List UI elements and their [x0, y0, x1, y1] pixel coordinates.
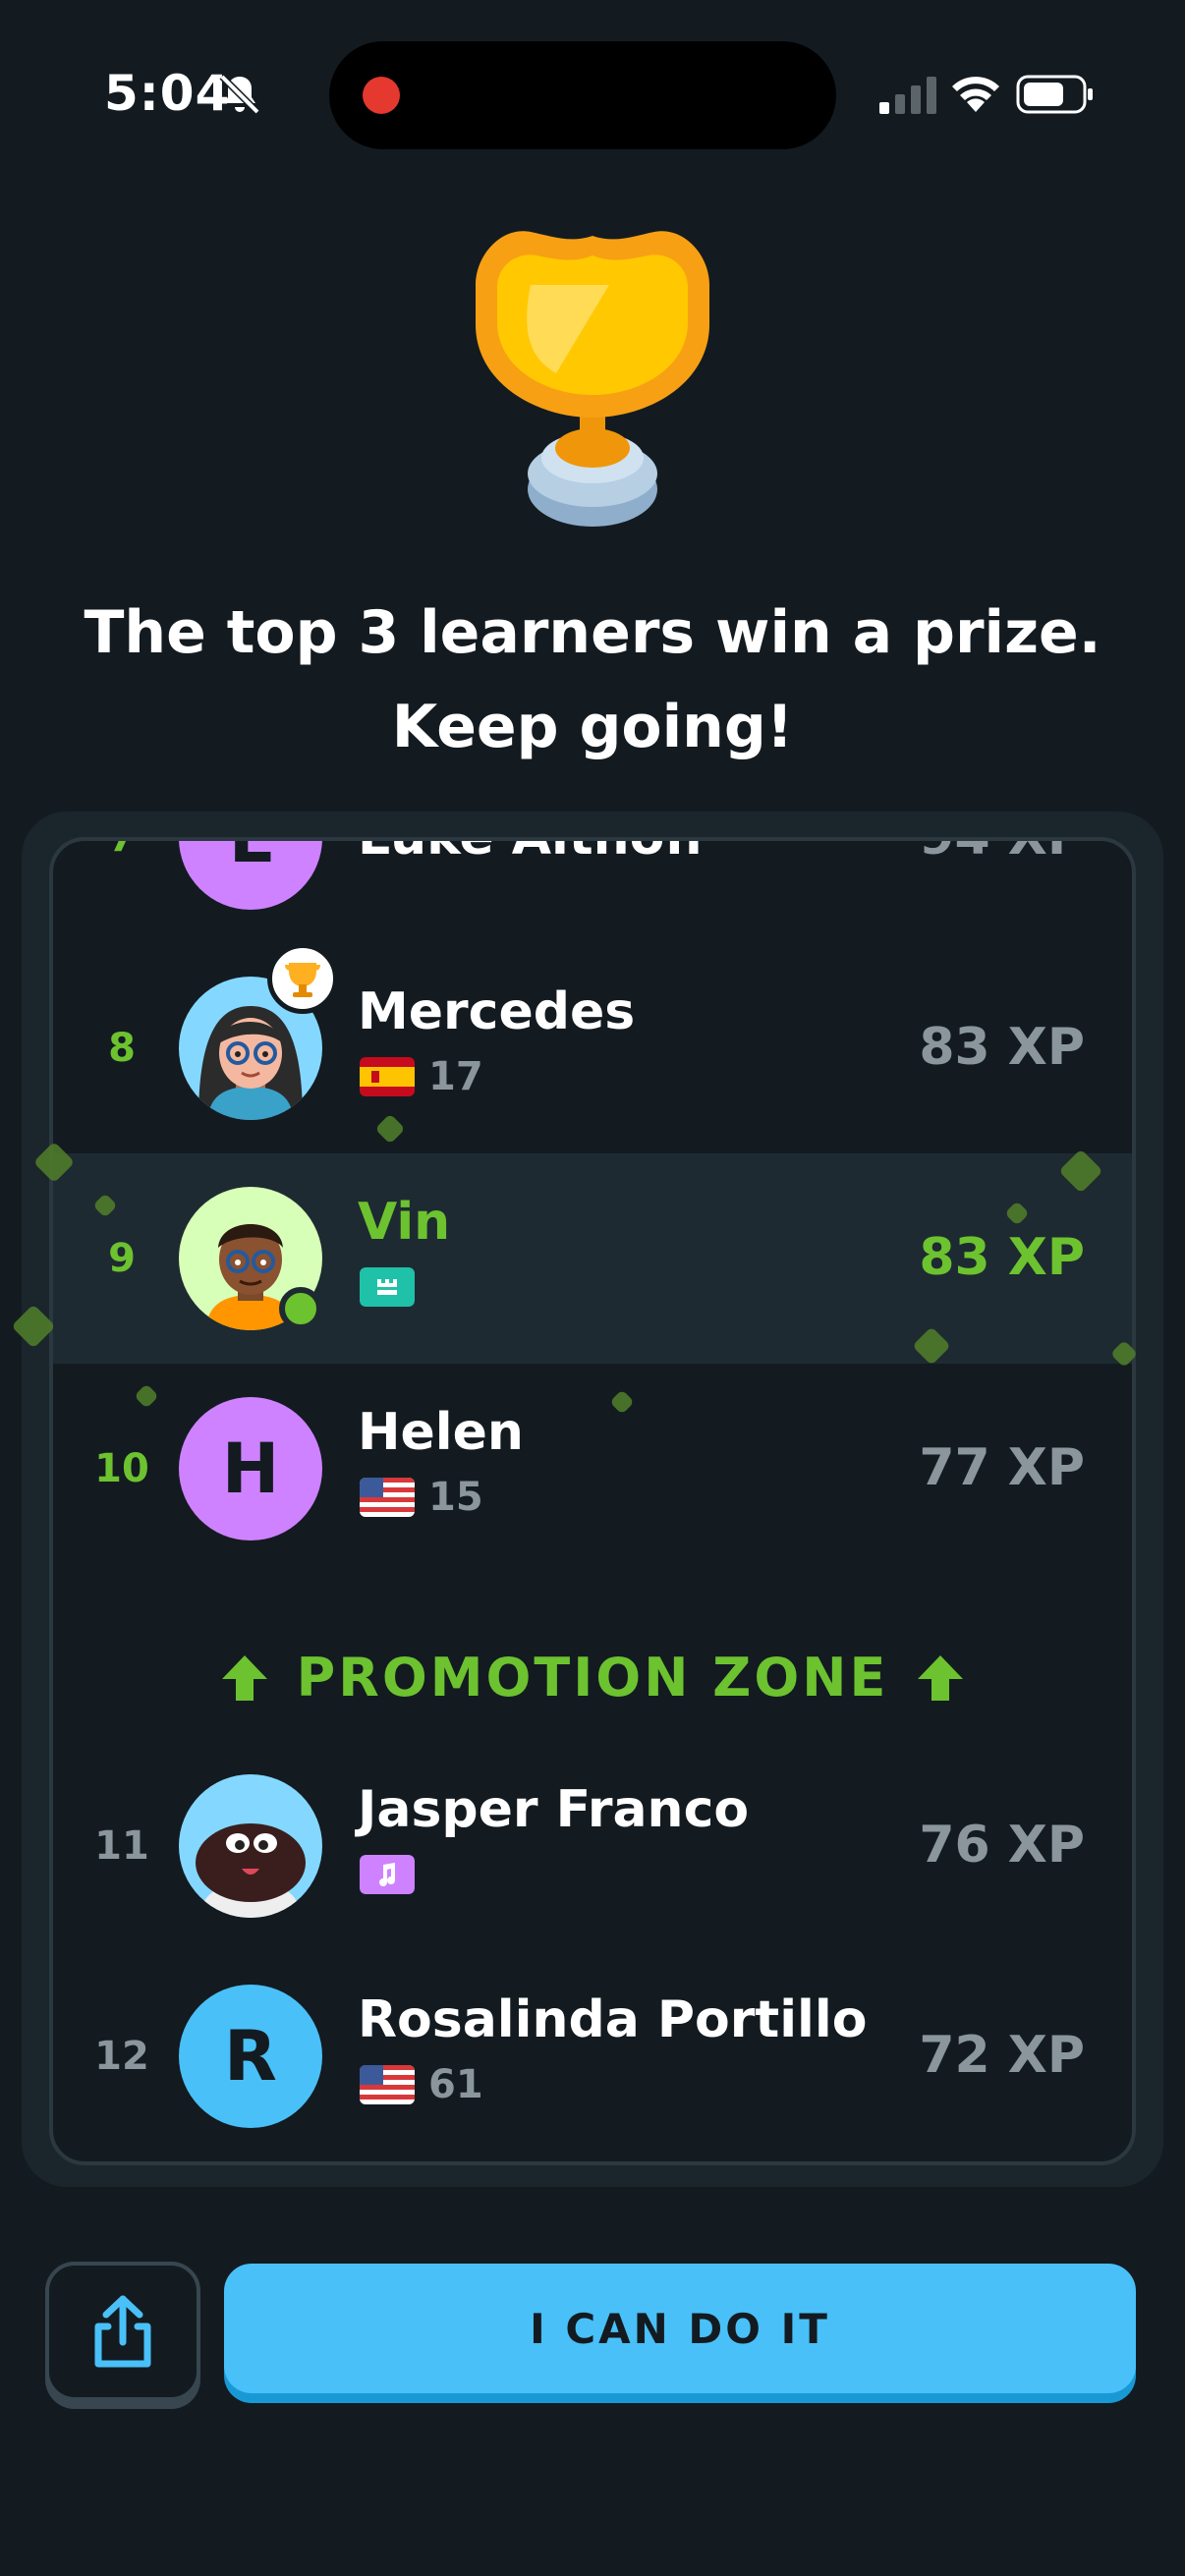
xp-value: 72 XP [919, 2026, 1085, 2085]
rank-number: 12 [94, 2034, 149, 2079]
avatar[interactable] [179, 1774, 322, 1918]
i-can-do-it-button[interactable]: I CAN DO IT [224, 2264, 1136, 2393]
course-streak: 17 [428, 1054, 483, 1099]
share-button[interactable] [45, 2262, 200, 2401]
leaderboard-row[interactable]: 7 L Luke Althoff 94 XP [53, 837, 1132, 943]
rank-number: 8 [108, 1026, 136, 1071]
avatar[interactable]: L [179, 837, 322, 910]
leaderboard-row[interactable]: 12 R Rosalinda Portillo 61 72 XP [53, 1951, 1132, 2161]
leaderboard-row[interactable]: 10 H Helen 15 77 XP [53, 1364, 1132, 1574]
cellular-signal-icon [879, 77, 936, 114]
leaderboard-row-current-user[interactable]: 9 Vin 83 XP [53, 1153, 1132, 1364]
user-meta: 17 [360, 1054, 483, 1099]
recording-indicator [363, 77, 400, 114]
course-streak: 15 [428, 1475, 483, 1520]
promotion-zone-divider: PROMOTION ZONE [53, 1647, 1132, 1708]
prize-message-line2: Keep going! [391, 693, 794, 761]
online-status-dot [279, 1287, 322, 1330]
user-name: Jasper Franco [358, 1780, 750, 1839]
music-note-icon [360, 1855, 415, 1894]
user-name: Helen [358, 1403, 524, 1462]
castle-icon [360, 1267, 415, 1307]
avatar-letter: L [228, 837, 273, 878]
wifi-icon [952, 77, 999, 112]
xp-value: 94 XP [919, 837, 1085, 867]
user-meta: 61 [360, 2062, 483, 2107]
spain-flag-icon [360, 1057, 415, 1096]
xp-value: 77 XP [919, 1438, 1085, 1497]
rank-number: 11 [94, 1823, 149, 1869]
user-name: Vin [358, 1193, 451, 1252]
xp-value: 76 XP [919, 1816, 1085, 1875]
user-meta [360, 1265, 415, 1309]
course-streak: 61 [428, 2062, 483, 2107]
user-name: Mercedes [358, 982, 636, 1041]
battery-icon [1016, 75, 1093, 114]
avatar-illustration [196, 1823, 306, 1918]
usa-flag-icon [360, 2065, 415, 2104]
xp-value: 83 XP [919, 1228, 1085, 1287]
trophy-badge-icon [267, 943, 338, 1014]
user-meta: 15 [360, 1475, 483, 1520]
dynamic-island [329, 41, 836, 149]
arrow-up-icon [221, 1654, 267, 1701]
prize-message-line1: The top 3 learners win a prize. [84, 598, 1101, 667]
share-icon [94, 2295, 151, 2368]
bell-muted-icon [219, 74, 260, 115]
user-name: Luke Althoff [358, 837, 706, 867]
leaderboard-row[interactable]: 11 Jasper Franco 76 XP [53, 1741, 1132, 1951]
avatar-letter: H [221, 1428, 280, 1509]
avatar[interactable]: R [179, 1985, 322, 2128]
rank-number: 7 [108, 837, 136, 861]
avatar[interactable]: H [179, 1397, 322, 1540]
trophy-icon [476, 231, 709, 527]
rank-number: 9 [108, 1236, 136, 1281]
leaderboard-list[interactable]: 7 L Luke Althoff 94 XP 8 Mercedes 17 83 … [49, 837, 1136, 2165]
status-time: 5:04 [104, 65, 231, 122]
arrow-up-icon [918, 1654, 964, 1701]
user-name: Rosalinda Portillo [358, 1990, 868, 2049]
avatar-letter: R [224, 2016, 277, 2097]
promotion-zone-label: PROMOTION ZONE [296, 1647, 889, 1708]
xp-value: 83 XP [919, 1018, 1085, 1077]
prize-message: The top 3 learners win a prize. Keep goi… [39, 586, 1146, 774]
status-bar: 5:04 [0, 0, 1185, 187]
user-meta [360, 1853, 415, 1896]
usa-flag-icon [360, 1478, 415, 1517]
rank-number: 10 [94, 1446, 149, 1491]
leaderboard-row[interactable]: 8 Mercedes 17 83 XP [53, 943, 1132, 1153]
